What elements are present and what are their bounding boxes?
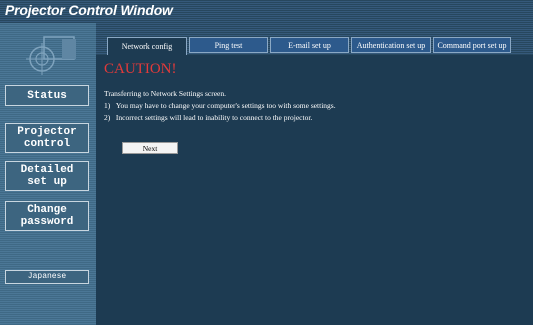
caution-point-2: 2) Incorrect settings will lead to inabi… — [104, 113, 312, 122]
tab-command-port-set-up[interactable]: Command port set up — [433, 37, 511, 53]
tab-network-config[interactable]: Network config — [107, 37, 187, 55]
sidebar-item-status[interactable]: Status — [5, 85, 89, 106]
transfer-notice: Transferring to Network Settings screen. — [104, 89, 226, 98]
next-button[interactable]: Next — [122, 142, 178, 154]
caution-heading: CAUTION! — [104, 61, 177, 77]
language-button[interactable]: Japanese — [5, 270, 89, 284]
window-title: Projector Control Window — [5, 2, 173, 18]
title-bar: Projector Control Window — [0, 0, 533, 23]
sidebar-item-change-password[interactable]: Change password — [5, 201, 89, 231]
point-number: 1) — [104, 101, 111, 110]
point-text: You may have to change your computer's s… — [115, 101, 336, 110]
sidebar-item-projector-control[interactable]: Projector control — [5, 123, 89, 153]
tab-ping-test[interactable]: Ping test — [189, 37, 268, 53]
tab-authentication-set-up[interactable]: Authentication set up — [351, 37, 431, 53]
point-number: 2) — [104, 113, 111, 122]
tab-email-set-up[interactable]: E-mail set up — [270, 37, 349, 53]
sidebar: Status Projector control Detailed set up… — [0, 23, 96, 325]
point-text: Incorrect settings will lead to inabilit… — [115, 113, 313, 122]
caution-point-1: 1) You may have to change your computer'… — [104, 101, 336, 110]
projector-logo-icon — [26, 36, 76, 75]
sidebar-item-detailed-set-up[interactable]: Detailed set up — [5, 161, 89, 191]
